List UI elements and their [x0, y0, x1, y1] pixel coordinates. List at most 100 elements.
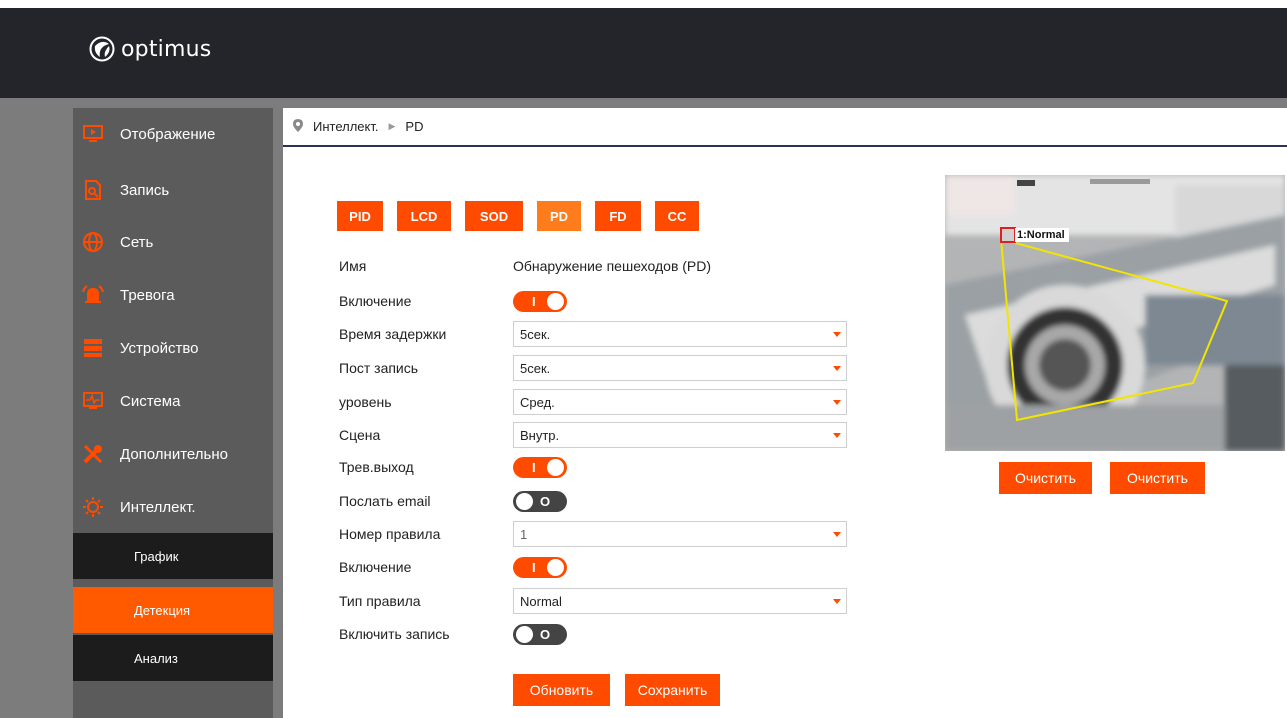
delay-select[interactable]: 5сек.	[513, 321, 847, 347]
clear-button-2[interactable]: Очистить	[1110, 462, 1205, 494]
form-row-post-record: Пост запись 5сек.	[339, 355, 847, 381]
rule-type-label: Тип правила	[339, 593, 421, 609]
post-record-select[interactable]: 5сек.	[513, 355, 847, 381]
sidebar-subitem-label: Детекция	[134, 602, 191, 618]
tab-cc[interactable]: CC	[655, 201, 699, 231]
chevron-right-icon: ▶	[388, 121, 396, 131]
form-row-name: Имя Обнаружение пешеходов (PD)	[339, 253, 711, 279]
toggle-mark: O	[540, 493, 551, 509]
sidebar-item-label: Интеллект.	[120, 498, 196, 516]
name-value: Обнаружение пешеходов (PD)	[513, 258, 712, 274]
sidebar-item-network[interactable]: Сеть	[73, 216, 273, 268]
level-select-value: Сред.	[520, 394, 555, 410]
breadcrumb-section[interactable]: Интеллект.	[313, 119, 379, 134]
sidebar: Отображение Запись Сеть Тревога Устройст…	[73, 108, 273, 718]
name-label: Имя	[339, 258, 367, 274]
camera-preview[interactable]: 1:Normal	[945, 175, 1285, 451]
main-content: Интеллект. ▶ PD PID LCD SOD PD FD CC Имя…	[283, 108, 1287, 718]
monitor-play-icon	[82, 123, 104, 145]
form-row-rule-type: Тип правила Normal	[339, 588, 847, 614]
tab-pid[interactable]: PID	[337, 201, 383, 231]
enable-toggle[interactable]: I	[513, 290, 567, 312]
sidebar-item-label: Отображение	[120, 125, 216, 143]
logo-text: optimus	[121, 36, 212, 62]
form-row-level: уровень Сред.	[339, 389, 847, 415]
sidebar-item-system[interactable]: Система	[73, 375, 273, 427]
rule-enable-toggle[interactable]: I	[513, 556, 567, 578]
level-label: уровень	[339, 394, 392, 410]
sidebar-subitem-label: Анализ	[134, 650, 178, 666]
level-select[interactable]: Сред.	[513, 389, 847, 415]
record-label: Включить запись	[339, 626, 450, 642]
caret-down-icon	[833, 366, 841, 371]
caret-down-icon	[833, 400, 841, 405]
tab-lcd[interactable]: LCD	[397, 201, 451, 231]
sidebar-item-label: Сеть	[120, 233, 154, 251]
rule-number-select[interactable]: 1	[513, 521, 847, 547]
toggle-mark: O	[540, 626, 551, 642]
sidebar-item-display[interactable]: Отображение	[73, 108, 273, 160]
tab-sod[interactable]: SOD	[465, 201, 523, 231]
sidebar-subitem-detection[interactable]: Детекция	[73, 587, 273, 633]
email-label: Послать email	[339, 493, 431, 509]
breadcrumb-page: PD	[405, 119, 424, 134]
alarm-out-label: Трев.выход	[339, 459, 414, 475]
sidebar-item-advanced[interactable]: Дополнительно	[73, 428, 273, 480]
sidebar-item-record[interactable]: Запись	[73, 164, 273, 216]
rule-number-label: Номер правила	[339, 526, 441, 542]
sidebar-item-alarm[interactable]: Тревога	[73, 269, 273, 321]
caret-down-icon	[833, 332, 841, 337]
scene-label: Сцена	[339, 427, 381, 443]
tab-fd[interactable]: FD	[595, 201, 641, 231]
sidebar-item-label: Система	[120, 392, 181, 410]
form-row-email: Послать email O	[339, 488, 567, 514]
rule-type-select-value: Normal	[520, 593, 562, 609]
form-row-alarm-out: Трев.выход I	[339, 454, 567, 480]
save-button[interactable]: Сохранить	[625, 674, 720, 706]
toggle-mark: I	[532, 293, 536, 309]
sidebar-subitem-analysis[interactable]: Анализ	[73, 635, 273, 681]
rule-overlay-label: 1:Normal	[1017, 229, 1065, 241]
delay-label: Время задержки	[339, 326, 447, 342]
sidebar-subitem-schedule[interactable]: График	[73, 533, 273, 579]
scene-select-value: Внутр.	[520, 427, 560, 443]
detection-tabs: PID LCD SOD PD FD CC	[337, 201, 713, 231]
rule-number-select-value: 1	[520, 526, 528, 542]
clear-button-1[interactable]: Очистить	[999, 462, 1092, 494]
tab-pd[interactable]: PD	[537, 201, 581, 231]
toggle-knob	[516, 492, 533, 510]
logo: optimus	[89, 36, 211, 62]
sidebar-item-label: Запись	[120, 181, 170, 199]
server-icon	[82, 337, 104, 359]
enable-label: Включение	[339, 293, 412, 309]
alarm-out-toggle[interactable]: I	[513, 456, 567, 478]
caret-down-icon	[833, 599, 841, 604]
form-row-delay: Время задержки 5сек.	[339, 321, 847, 347]
sidebar-item-device[interactable]: Устройство	[73, 322, 273, 374]
optimus-logo-icon	[89, 36, 115, 62]
breadcrumb: Интеллект. ▶ PD	[283, 108, 1287, 147]
globe-icon	[82, 231, 104, 253]
sidebar-subitem-label: График	[134, 548, 179, 564]
rule-type-select[interactable]: Normal	[513, 588, 847, 614]
sidebar-item-label: Тревога	[120, 286, 175, 304]
top-bar: optimus	[0, 8, 1287, 98]
sidebar-item-intelligence[interactable]: Интеллект.	[73, 481, 273, 533]
toggle-knob	[547, 558, 564, 576]
form-row-record: Включить запись O	[339, 621, 567, 647]
tools-icon	[82, 443, 104, 465]
toggle-knob	[516, 625, 533, 643]
toggle-knob	[547, 458, 564, 476]
intelligence-icon	[82, 496, 104, 518]
alarm-bell-icon	[82, 284, 104, 306]
record-toggle[interactable]: O	[513, 623, 567, 645]
email-toggle[interactable]: O	[513, 490, 567, 512]
post-record-select-value: 5сек.	[520, 360, 551, 376]
form-row-rule-enable: Включение I	[339, 554, 567, 580]
scene-select[interactable]: Внутр.	[513, 422, 847, 448]
post-record-label: Пост запись	[339, 360, 419, 376]
sidebar-item-label: Устройство	[120, 339, 199, 357]
form-row-enable: Включение I	[339, 288, 567, 314]
refresh-button[interactable]: Обновить	[513, 674, 610, 706]
location-pin-icon	[293, 118, 303, 135]
